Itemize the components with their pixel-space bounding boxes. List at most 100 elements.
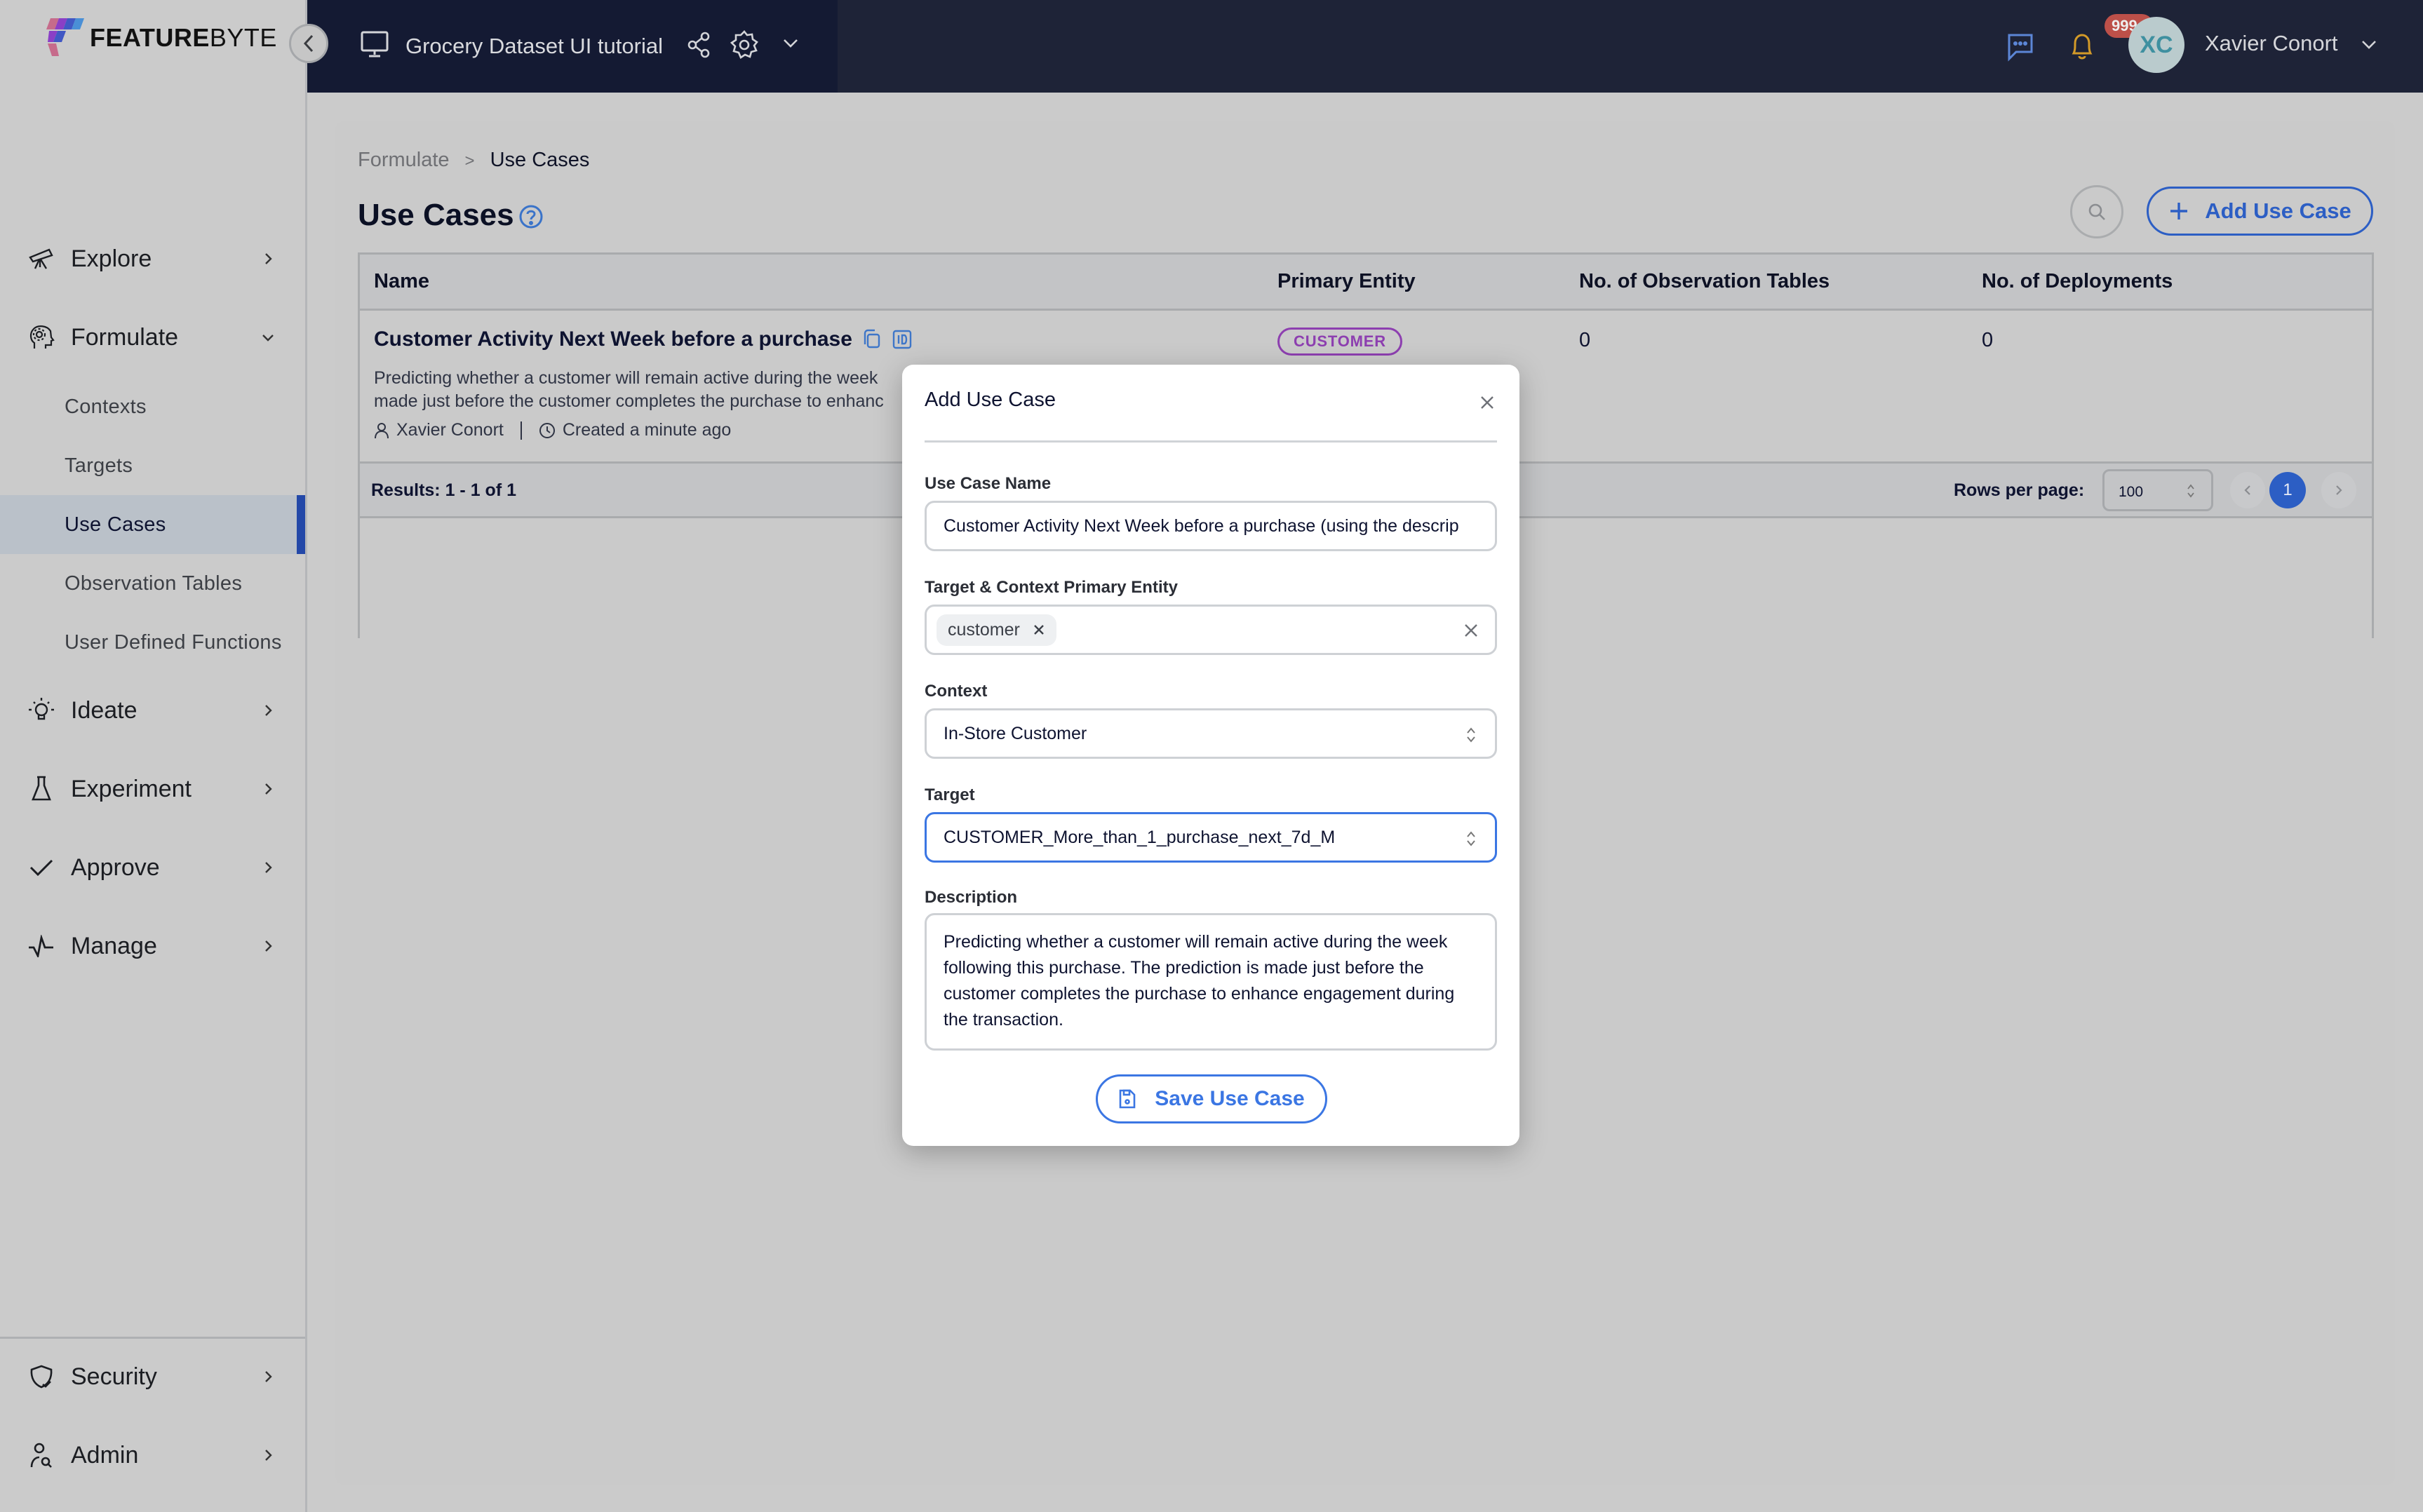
- chevron-right-icon: [265, 253, 272, 264]
- sidebar-item-manage[interactable]: Manage: [0, 918, 305, 974]
- clear-entity-icon[interactable]: [1463, 622, 1479, 644]
- select-arrows-icon: [1467, 727, 1475, 743]
- sidebar-subitem-observation-tables[interactable]: Observation Tables: [0, 554, 305, 613]
- page-title: Use Cases: [358, 198, 514, 232]
- sidebar-item-experiment[interactable]: Experiment: [0, 761, 305, 817]
- chevron-down-icon[interactable]: [2360, 38, 2378, 52]
- chat-icon[interactable]: [2005, 31, 2036, 62]
- add-use-case-button[interactable]: Add Use Case: [2147, 187, 2373, 236]
- user-icon: [375, 422, 389, 438]
- featurebyte-logo[interactable]: FEATUREBYTE: [45, 18, 277, 58]
- chevron-right-icon: [265, 940, 272, 952]
- use-case-description: Predicting whether a customer will remai…: [374, 368, 884, 411]
- page-1-button[interactable]: 1: [2269, 472, 2306, 508]
- lightbulb-icon: [27, 696, 56, 725]
- user-name[interactable]: Xavier Conort: [2205, 31, 2338, 56]
- breadcrumb-formulate[interactable]: Formulate: [358, 149, 450, 174]
- avatar[interactable]: XC: [2128, 17, 2184, 73]
- table-header: Name Primary Entity No. of Observation T…: [360, 255, 2372, 311]
- chevron-down-icon[interactable]: [781, 36, 800, 50]
- chevron-right-icon: [2336, 485, 2342, 495]
- observation-tables-count: 0: [1579, 329, 1591, 351]
- target-label: Target: [925, 785, 975, 804]
- column-header-primary-entity[interactable]: Primary Entity: [1277, 270, 1416, 293]
- search-icon: [2088, 203, 2105, 220]
- add-use-case-dialog: Add Use Case Use Case Name Customer Acti…: [902, 365, 1519, 1146]
- save-icon: [1119, 1089, 1136, 1109]
- previous-page-button[interactable]: [2230, 472, 2265, 508]
- chevron-left-icon: [2244, 485, 2250, 495]
- collapse-sidebar-button[interactable]: [289, 24, 328, 63]
- sidebar-item-ideate[interactable]: Ideate: [0, 682, 305, 738]
- select-arrows-icon: [1467, 831, 1475, 846]
- telescope-icon: [27, 244, 56, 274]
- bell-icon[interactable]: [2068, 31, 2096, 62]
- project-selector: Grocery Dataset UI tutorial: [307, 0, 838, 93]
- chevron-right-icon: [265, 783, 272, 795]
- sidebar-item-formulate[interactable]: Formulate: [0, 309, 305, 365]
- share-icon[interactable]: [686, 31, 711, 59]
- next-page-button[interactable]: [2321, 472, 2356, 508]
- sidebar-divider: [0, 1337, 305, 1339]
- remove-chip-icon[interactable]: [1033, 623, 1045, 636]
- created-time: Created a minute ago: [562, 420, 732, 440]
- chevron-right-icon: [265, 1450, 272, 1461]
- sidebar-subitem-contexts[interactable]: Contexts: [0, 377, 305, 436]
- use-case-meta: Xavier Conort Created a minute ago: [374, 420, 731, 440]
- column-header-deployments[interactable]: No. of Deployments: [1982, 270, 2173, 293]
- sidebar: FEATUREBYTE Explore Formulate Contexts T…: [0, 0, 307, 1512]
- dialog-divider: [925, 440, 1497, 443]
- sidebar-item-security[interactable]: Security: [0, 1349, 305, 1405]
- primary-entity-input[interactable]: customer: [925, 605, 1497, 655]
- column-header-name[interactable]: Name: [374, 270, 429, 293]
- search-button[interactable]: [2070, 185, 2123, 238]
- use-case-name-input[interactable]: Customer Activity Next Week before a pur…: [925, 501, 1497, 551]
- results-count: Results: 1 - 1 of 1: [371, 480, 516, 500]
- logo-mark-icon: [46, 18, 84, 56]
- gear-icon[interactable]: [730, 29, 758, 60]
- chevron-left-icon: [303, 34, 314, 53]
- sidebar-subitem-user-defined-functions[interactable]: User Defined Functions: [0, 613, 305, 672]
- column-header-observation-tables[interactable]: No. of Observation Tables: [1579, 270, 1830, 293]
- entity-chip: customer: [937, 614, 1056, 646]
- user-search-icon: [27, 1440, 56, 1470]
- meta-divider: [520, 421, 522, 440]
- deployments-count: 0: [1982, 329, 1994, 351]
- sidebar-subitem-use-cases[interactable]: Use Cases: [0, 495, 305, 554]
- context-select[interactable]: In-Store Customer: [925, 708, 1497, 759]
- rows-per-page-select[interactable]: 100: [2102, 469, 2213, 511]
- sidebar-item-explore[interactable]: Explore: [0, 231, 305, 287]
- monitor-icon: [361, 31, 389, 58]
- sidebar-item-approve[interactable]: Approve: [0, 839, 305, 896]
- sidebar-subitem-targets[interactable]: Targets: [0, 436, 305, 495]
- author-name: Xavier Conort: [396, 420, 504, 440]
- breadcrumb: Formulate > Use Cases: [358, 149, 589, 174]
- description-label: Description: [925, 888, 1018, 907]
- close-icon[interactable]: [1479, 394, 1496, 411]
- primary-entity-label: Target & Context Primary Entity: [925, 578, 1178, 597]
- chevron-right-icon: [265, 862, 272, 873]
- top-bar: Grocery Dataset UI tutorial 999+ XC Xavi…: [307, 0, 2423, 93]
- copy-icon[interactable]: [862, 329, 882, 350]
- breadcrumb-current: Use Cases: [490, 149, 590, 171]
- rows-per-page-label: Rows per page:: [1954, 480, 2085, 500]
- help-icon[interactable]: [518, 203, 544, 230]
- head-gear-icon: [27, 323, 56, 352]
- project-name[interactable]: Grocery Dataset UI tutorial: [405, 34, 663, 59]
- target-select[interactable]: CUSTOMER_More_than_1_purchase_next_7d_M: [925, 812, 1497, 863]
- chevron-right-icon: [265, 705, 272, 716]
- logo-text: FEATUREBYTE: [90, 23, 277, 52]
- context-label: Context: [925, 682, 988, 701]
- check-icon: [27, 853, 56, 882]
- use-case-name-label: Use Case Name: [925, 474, 1052, 493]
- sidebar-item-admin[interactable]: Admin: [0, 1427, 305, 1483]
- flask-icon: [27, 774, 56, 804]
- select-arrows-icon: [2187, 484, 2194, 498]
- id-icon[interactable]: [892, 329, 913, 350]
- chevron-down-icon: [262, 335, 274, 342]
- description-textarea[interactable]: Predicting whether a customer will remai…: [925, 913, 1497, 1051]
- pulse-icon: [27, 931, 56, 961]
- clock-icon: [539, 422, 555, 438]
- use-case-name[interactable]: Customer Activity Next Week before a pur…: [374, 328, 852, 351]
- save-use-case-button[interactable]: Save Use Case: [1096, 1074, 1327, 1123]
